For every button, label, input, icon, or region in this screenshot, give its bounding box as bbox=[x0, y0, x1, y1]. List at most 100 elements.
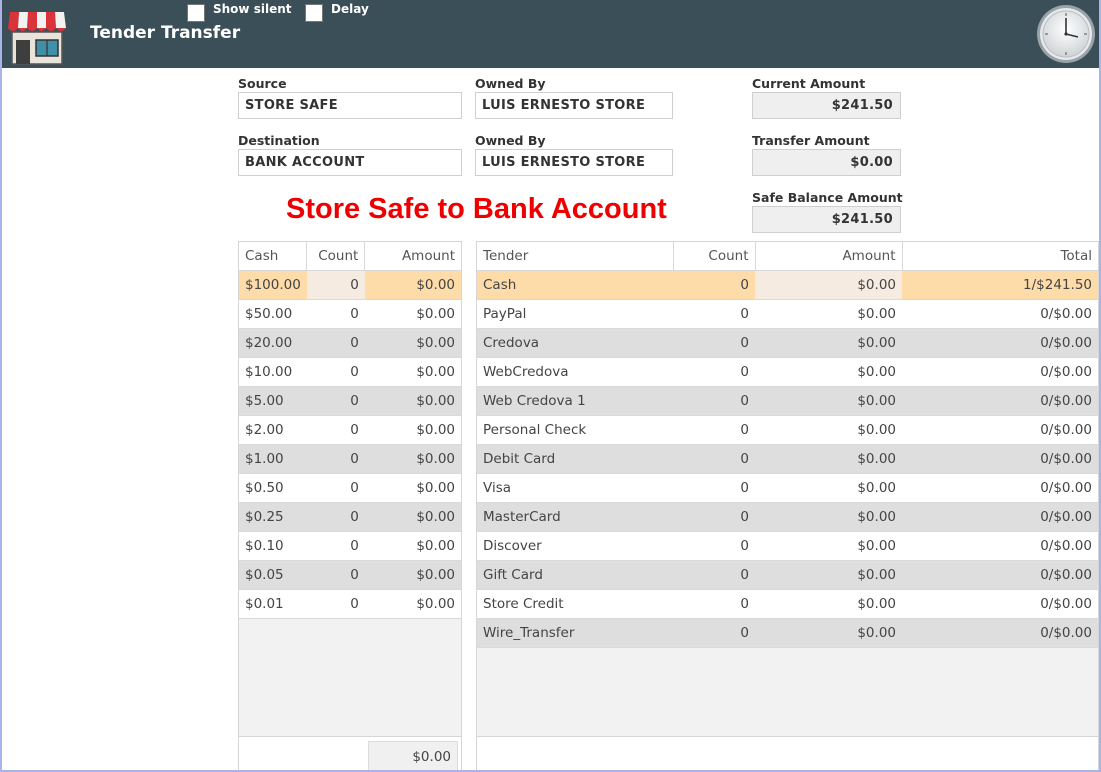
cash-count-cell[interactable]: 0 bbox=[306, 357, 365, 387]
current-amount-label: Current Amount bbox=[752, 76, 866, 91]
tender-row[interactable]: PayPal 0 $0.00 0/$0.00 bbox=[477, 299, 1098, 329]
cash-count-cell[interactable]: 0 bbox=[306, 473, 365, 503]
transfer-direction-title: Store Safe to Bank Account bbox=[286, 193, 667, 225]
tender-total-cell: 0/$0.00 bbox=[902, 589, 1098, 619]
delay-checkbox[interactable] bbox=[305, 4, 323, 22]
tender-amount-cell: $0.00 bbox=[755, 531, 902, 561]
tender-count-cell[interactable]: 0 bbox=[673, 589, 755, 619]
safe-balance-label: Safe Balance Amount bbox=[752, 190, 903, 205]
tender-count-cell[interactable]: 0 bbox=[673, 444, 755, 474]
cash-count-cell[interactable]: 0 bbox=[306, 502, 365, 532]
tender-total-cell: 0/$0.00 bbox=[902, 328, 1098, 358]
cash-amount-cell: $0.00 bbox=[364, 299, 461, 329]
cash-count-cell[interactable]: 0 bbox=[306, 328, 365, 358]
tender-row[interactable]: Discover 0 $0.00 0/$0.00 bbox=[477, 531, 1098, 561]
cash-row[interactable]: $10.00 0 $0.00 bbox=[239, 357, 461, 387]
tender-count-cell[interactable]: 0 bbox=[673, 560, 755, 590]
show-silent-checkbox[interactable] bbox=[187, 4, 205, 22]
cash-count-cell[interactable]: 0 bbox=[306, 444, 365, 474]
cash-count-cell[interactable]: 0 bbox=[306, 589, 365, 619]
tender-table: Tender Count Amount Total Cash 0 $0.00 1/$2… bbox=[476, 241, 1099, 737]
cash-count-cell[interactable]: 0 bbox=[306, 560, 365, 590]
cash-row[interactable]: $0.05 0 $0.00 bbox=[239, 560, 461, 590]
tender-name-cell: Store Credit bbox=[477, 589, 673, 619]
cash-denomination-cell: $0.05 bbox=[239, 560, 307, 590]
cash-row[interactable]: $0.01 0 $0.00 bbox=[239, 589, 461, 619]
tender-name-cell: WebCredova bbox=[477, 357, 673, 387]
tender-name-cell: Credova bbox=[477, 328, 673, 358]
tender-total-cell: 1/$241.50 bbox=[902, 270, 1098, 300]
cash-count-cell[interactable]: 0 bbox=[306, 531, 365, 561]
tender-count-cell[interactable]: 0 bbox=[673, 386, 755, 416]
destination-label: Destination bbox=[238, 133, 320, 148]
safe-balance-field: $241.50 bbox=[752, 206, 901, 233]
tender-amount-cell: $0.00 bbox=[755, 357, 902, 387]
cash-row[interactable]: $50.00 0 $0.00 bbox=[239, 299, 461, 329]
tender-count-cell[interactable]: 0 bbox=[673, 328, 755, 358]
cash-total: $0.00 bbox=[368, 741, 458, 772]
cash-denomination-cell: $20.00 bbox=[239, 328, 307, 358]
tender-count-cell[interactable]: 0 bbox=[673, 531, 755, 561]
tender-count-cell[interactable]: 0 bbox=[673, 357, 755, 387]
cash-row[interactable]: $2.00 0 $0.00 bbox=[239, 415, 461, 445]
tender-name-cell: Cash bbox=[477, 270, 673, 300]
destination-owner-field[interactable]: LUIS ERNESTO STORE bbox=[475, 149, 673, 176]
destination-field[interactable]: BANK ACCOUNT bbox=[238, 149, 462, 176]
tender-name-cell: MasterCard bbox=[477, 502, 673, 532]
cash-row[interactable]: $0.25 0 $0.00 bbox=[239, 502, 461, 532]
tender-row[interactable]: Store Credit 0 $0.00 0/$0.00 bbox=[477, 589, 1098, 619]
tender-row[interactable]: Visa 0 $0.00 0/$0.00 bbox=[477, 473, 1098, 503]
cash-row[interactable]: $1.00 0 $0.00 bbox=[239, 444, 461, 474]
tender-header-count: Count bbox=[673, 242, 756, 271]
cash-count-cell[interactable]: 0 bbox=[306, 270, 365, 300]
cash-count-cell[interactable]: 0 bbox=[306, 415, 365, 445]
tender-total-cell: 0/$0.00 bbox=[902, 618, 1098, 648]
cash-row[interactable]: $0.50 0 $0.00 bbox=[239, 473, 461, 503]
tender-row[interactable]: Cash 0 $0.00 1/$241.50 bbox=[477, 270, 1098, 300]
tender-count-cell[interactable]: 0 bbox=[673, 299, 755, 329]
cash-row[interactable]: $5.00 0 $0.00 bbox=[239, 386, 461, 416]
tender-header-amount: Amount bbox=[755, 242, 903, 271]
tender-total-cell: 0/$0.00 bbox=[902, 444, 1098, 474]
cash-denomination-cell: $100.00 bbox=[239, 270, 307, 300]
tender-header-total: Total bbox=[902, 242, 1098, 271]
tender-amount-cell: $0.00 bbox=[755, 328, 902, 358]
tender-count-cell[interactable]: 0 bbox=[673, 502, 755, 532]
cash-denomination-cell: $5.00 bbox=[239, 386, 307, 416]
cash-count-cell[interactable]: 0 bbox=[306, 386, 365, 416]
cash-denomination-cell: $0.01 bbox=[239, 589, 307, 619]
tender-row[interactable]: Personal Check 0 $0.00 0/$0.00 bbox=[477, 415, 1098, 445]
tender-count-cell[interactable]: 0 bbox=[673, 415, 755, 445]
delay-label: Delay bbox=[331, 2, 369, 16]
tender-header-name: Tender bbox=[477, 242, 674, 271]
tender-total-cell: 0/$0.00 bbox=[902, 560, 1098, 590]
source-owner-field[interactable]: LUIS ERNESTO STORE bbox=[475, 92, 673, 119]
cash-count-cell[interactable]: 0 bbox=[306, 299, 365, 329]
tender-count-cell[interactable]: 0 bbox=[673, 473, 755, 503]
tender-name-cell: Personal Check bbox=[477, 415, 673, 445]
tender-row[interactable]: Gift Card 0 $0.00 0/$0.00 bbox=[477, 560, 1098, 590]
cash-row[interactable]: $20.00 0 $0.00 bbox=[239, 328, 461, 358]
tender-name-cell: Discover bbox=[477, 531, 673, 561]
cash-row[interactable]: $100.00 0 $0.00 bbox=[239, 270, 461, 300]
show-silent-label: Show silent bbox=[213, 2, 292, 16]
tender-row[interactable]: Debit Card 0 $0.00 0/$0.00 bbox=[477, 444, 1098, 474]
tender-name-cell: PayPal bbox=[477, 299, 673, 329]
clock-icon[interactable] bbox=[1036, 4, 1096, 64]
show-silent-option[interactable]: Show silent bbox=[187, 2, 292, 22]
tender-row[interactable]: Credova 0 $0.00 0/$0.00 bbox=[477, 328, 1098, 358]
tender-row[interactable]: Web Credova 1 0 $0.00 0/$0.00 bbox=[477, 386, 1098, 416]
tender-row[interactable]: WebCredova 0 $0.00 0/$0.00 bbox=[477, 357, 1098, 387]
tender-name-cell: Visa bbox=[477, 473, 673, 503]
cash-amount-cell: $0.00 bbox=[364, 560, 461, 590]
tender-count-cell[interactable]: 0 bbox=[673, 270, 755, 300]
tender-row[interactable]: MasterCard 0 $0.00 0/$0.00 bbox=[477, 502, 1098, 532]
delay-option[interactable]: Delay bbox=[305, 2, 369, 22]
tender-row[interactable]: Wire_Transfer 0 $0.00 0/$0.00 bbox=[477, 618, 1098, 648]
tender-count-cell[interactable]: 0 bbox=[673, 618, 755, 648]
cash-row[interactable]: $0.10 0 $0.00 bbox=[239, 531, 461, 561]
source-field[interactable]: STORE SAFE bbox=[238, 92, 462, 119]
cash-amount-cell: $0.00 bbox=[364, 357, 461, 387]
cash-amount-cell: $0.00 bbox=[364, 328, 461, 358]
tender-amount-cell: $0.00 bbox=[755, 589, 902, 619]
